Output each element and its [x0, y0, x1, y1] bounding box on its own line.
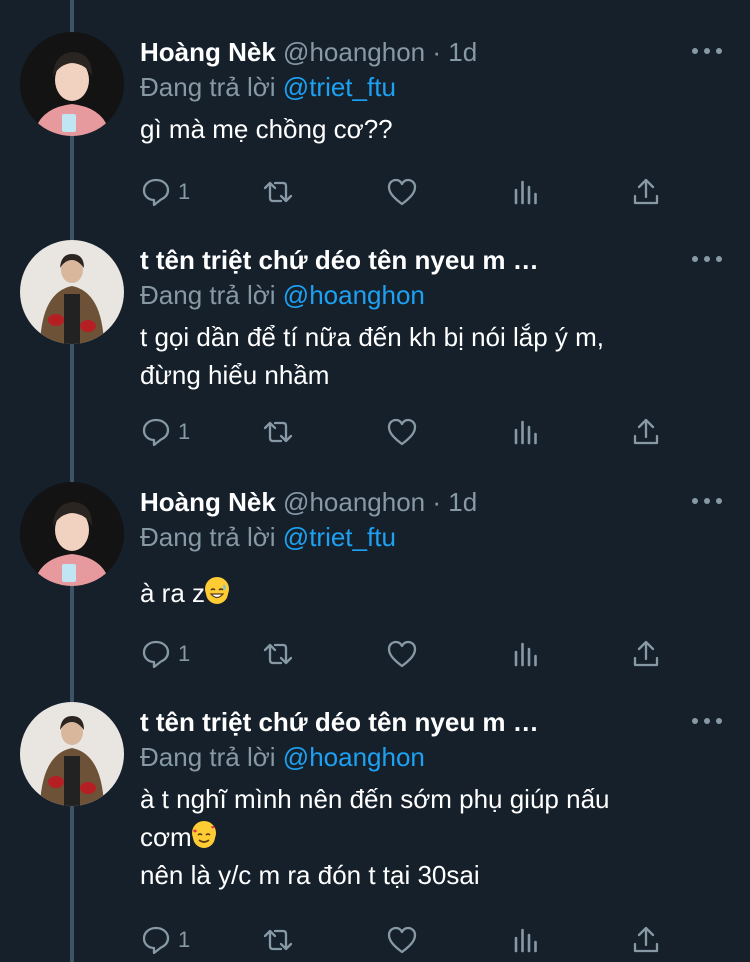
retweet-icon — [263, 643, 293, 665]
replying-to: Đang trả lời @hoanghon — [140, 740, 425, 774]
tweet-text-line-content: à ra z — [140, 578, 206, 608]
analytics-button[interactable] — [510, 412, 542, 452]
reply-icon — [142, 178, 170, 207]
action-bar: 1 — [140, 412, 680, 452]
replying-to: Đang trả lời @triet_ftu — [140, 70, 396, 104]
retweet-button[interactable] — [262, 920, 294, 960]
reply-count: 1 — [178, 927, 191, 952]
reply-button[interactable]: 1 — [140, 412, 190, 452]
tweet-text-line: cơm — [140, 818, 700, 856]
like-icon — [387, 178, 417, 206]
analytics-icon — [514, 180, 537, 205]
mention-link[interactable]: @triet_ftu — [283, 522, 396, 552]
display-name[interactable]: Hoàng Nèk — [140, 487, 276, 517]
tweet-text-line: à ra z — [140, 574, 700, 612]
username[interactable]: @hoanghon — [283, 37, 425, 67]
tweet-text-line: à t nghĩ mình nên đến sớm phụ giúp nấu — [140, 784, 610, 814]
retweet-icon — [263, 929, 293, 951]
retweet-button[interactable] — [262, 634, 294, 674]
tweet-header: Hoàng Nèk @hoanghon · 1d — [140, 484, 670, 520]
share-button[interactable] — [630, 412, 662, 452]
like-button[interactable] — [386, 412, 418, 452]
reply-icon — [142, 926, 170, 955]
tweet-text: t gọi dần để tí nữa đến kh bị nói lắp ý … — [140, 318, 700, 394]
tweet-header: t tên triệt chứ déo tên nyeu m … — [140, 242, 670, 278]
avatar[interactable] — [20, 32, 124, 136]
action-bar: 1 — [140, 634, 680, 674]
separator-dot: · — [432, 37, 442, 67]
avatar[interactable] — [20, 702, 124, 806]
like-button[interactable] — [386, 920, 418, 960]
share-icon — [633, 926, 659, 953]
tweet-text-line: nên là y/c m ra đón t tại 30sai — [140, 860, 480, 890]
analytics-button[interactable] — [510, 634, 542, 674]
replying-prefix: Đang trả lời — [140, 280, 276, 310]
like-icon — [387, 926, 417, 954]
share-icon — [633, 640, 659, 667]
replying-prefix: Đang trả lời — [140, 742, 276, 772]
separator-dot: · — [432, 487, 442, 517]
more-icon[interactable] — [692, 706, 722, 736]
tweet-header: Hoàng Nèk @hoanghon · 1d — [140, 34, 670, 70]
like-button[interactable] — [386, 634, 418, 674]
reply-icon — [142, 640, 170, 669]
more-icon[interactable] — [692, 486, 722, 516]
display-name[interactable]: t tên triệt chứ déo tên nyeu m … — [140, 245, 539, 275]
retweet-button[interactable] — [262, 172, 294, 212]
mention-link[interactable]: @hoanghon — [283, 742, 425, 772]
avatar[interactable] — [20, 482, 124, 586]
like-icon — [387, 640, 417, 668]
timestamp[interactable]: 1d — [448, 37, 477, 67]
tweet-text: gì mà mẹ chồng cơ?? — [140, 110, 700, 148]
more-icon[interactable] — [692, 36, 722, 66]
tweet-thread: Hoàng Nèk @hoanghon · 1d Đang trả lời @t… — [0, 0, 750, 962]
smiling-hearts-emoji — [191, 821, 216, 848]
share-icon — [633, 418, 659, 445]
more-icon[interactable] — [692, 244, 722, 274]
action-bar: 1 — [140, 172, 680, 212]
analytics-icon — [514, 642, 537, 667]
timestamp[interactable]: 1d — [448, 487, 477, 517]
reply-button[interactable]: 1 — [140, 634, 190, 674]
replying-to: Đang trả lời @hoanghon — [140, 278, 425, 312]
analytics-icon — [514, 928, 537, 953]
replying-to: Đang trả lời @triet_ftu — [140, 520, 396, 554]
reply-count: 1 — [178, 179, 191, 204]
analytics-icon — [514, 420, 537, 445]
share-button[interactable] — [630, 172, 662, 212]
tweet-text-line: đừng hiểu nhầm — [140, 360, 330, 390]
tweet-text-line: gì mà mẹ chồng cơ?? — [140, 114, 393, 144]
thread-connector-line — [70, 0, 74, 962]
retweet-button[interactable] — [262, 412, 294, 452]
retweet-icon — [263, 421, 293, 443]
avatar[interactable] — [20, 240, 124, 344]
reply-count: 1 — [178, 641, 191, 666]
replying-prefix: Đang trả lời — [140, 72, 276, 102]
share-button[interactable] — [630, 920, 662, 960]
reply-button[interactable]: 1 — [140, 172, 190, 212]
like-icon — [387, 418, 417, 446]
action-bar: 1 — [140, 920, 680, 960]
retweet-icon — [263, 181, 293, 203]
reply-count: 1 — [178, 419, 191, 444]
like-button[interactable] — [386, 172, 418, 212]
display-name[interactable]: Hoàng Nèk — [140, 37, 276, 67]
reply-icon — [142, 418, 170, 447]
display-name[interactable]: t tên triệt chứ déo tên nyeu m … — [140, 707, 539, 737]
replying-prefix: Đang trả lời — [140, 522, 276, 552]
reply-button[interactable]: 1 — [140, 920, 190, 960]
tweet-header: t tên triệt chứ déo tên nyeu m … — [140, 704, 670, 740]
tweet-text: à t nghĩ mình nên đến sớm phụ giúp nấu c… — [140, 780, 700, 894]
tweet-text-line: t gọi dần để tí nữa đến kh bị nói lắp ý … — [140, 322, 605, 352]
mention-link[interactable]: @hoanghon — [283, 280, 425, 310]
grinning-sweat-emoji — [205, 577, 230, 604]
share-icon — [633, 178, 659, 205]
share-button[interactable] — [630, 634, 662, 674]
analytics-button[interactable] — [510, 172, 542, 212]
mention-link[interactable]: @triet_ftu — [283, 72, 396, 102]
analytics-button[interactable] — [510, 920, 542, 960]
tweet-text-line-content: cơm — [140, 822, 192, 852]
tweet-text: à ra z — [140, 574, 700, 612]
username[interactable]: @hoanghon — [283, 487, 425, 517]
